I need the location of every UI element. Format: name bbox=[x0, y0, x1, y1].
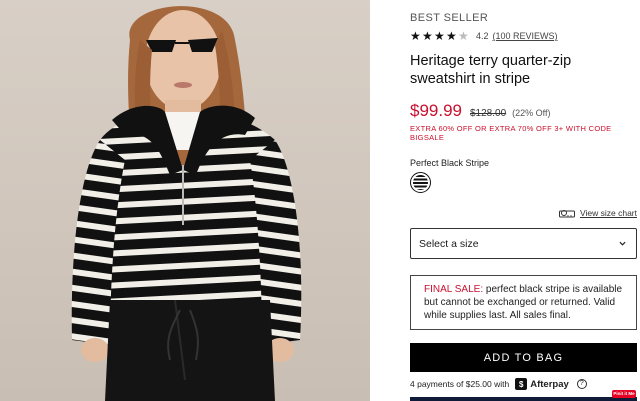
afterpay-logo-icon: $ bbox=[515, 378, 528, 390]
star-icon: ★ bbox=[422, 28, 433, 43]
star-icon: ★ bbox=[446, 28, 457, 43]
reviews-link[interactable]: (100 REVIEWS) bbox=[493, 31, 558, 41]
add-to-bag-button[interactable]: ADD TO BAG bbox=[410, 343, 637, 372]
afterpay-installments-text: 4 payments of $25.00 with bbox=[410, 379, 510, 389]
ruler-icon bbox=[558, 209, 575, 217]
rating-value: 4.2 bbox=[476, 31, 489, 41]
info-circle-icon[interactable]: ? bbox=[576, 379, 587, 389]
star-rating: ★ ★ ★ ★ ★ bbox=[410, 28, 470, 43]
rating-summary: ★ ★ ★ ★ ★ 4.2 (100 REVIEWS) bbox=[410, 29, 558, 43]
promo-message: EXTRA 60% OFF OR EXTRA 70% OFF 3+ WITH C… bbox=[410, 124, 612, 142]
size-dropdown[interactable]: Select a size bbox=[410, 228, 637, 259]
pin-it-button[interactable]: Pinit it Me bbox=[612, 390, 636, 398]
star-icon: ★ bbox=[434, 28, 445, 43]
discount-percent: (22% Off) bbox=[512, 108, 551, 118]
price-row: $99.99 $128.00 (22% Off) bbox=[410, 101, 551, 121]
product-details-panel: BEST SELLER ★ ★ ★ ★ ★ 4.2 (100 REVIEWS) … bbox=[410, 0, 638, 401]
size-dropdown-label: Select a size bbox=[419, 237, 479, 250]
stripe-swatch-icon bbox=[413, 175, 428, 190]
afterpay-logo: $ Afterpay bbox=[515, 378, 569, 390]
secondary-button-edge[interactable] bbox=[410, 397, 637, 401]
final-sale-notice: FINAL SALE: perfect black stripe is avai… bbox=[410, 275, 637, 330]
model-wearing-striped-sweatshirt bbox=[71, 6, 302, 401]
color-swatch-perfect-black-stripe[interactable] bbox=[410, 172, 431, 193]
original-price: $128.00 bbox=[470, 108, 507, 119]
chevron-down-icon bbox=[619, 241, 626, 246]
size-chart-label[interactable]: View size chart bbox=[580, 208, 637, 218]
afterpay-message: 4 payments of $25.00 with $ Afterpay ? bbox=[410, 378, 587, 390]
best-seller-badge: BEST SELLER bbox=[410, 12, 489, 24]
final-sale-label: FINAL SALE: bbox=[424, 284, 484, 295]
product-title: Heritage terry quarter-zip sweatshirt in… bbox=[410, 53, 572, 87]
product-photo[interactable] bbox=[0, 0, 370, 401]
color-name: Perfect Black Stripe bbox=[410, 158, 490, 168]
sale-price: $99.99 bbox=[410, 101, 462, 120]
star-icon: ★ bbox=[410, 28, 421, 43]
afterpay-brand: Afterpay bbox=[530, 378, 569, 390]
size-chart-link[interactable]: View size chart bbox=[558, 208, 637, 218]
star-outline-icon: ★ bbox=[458, 28, 469, 43]
